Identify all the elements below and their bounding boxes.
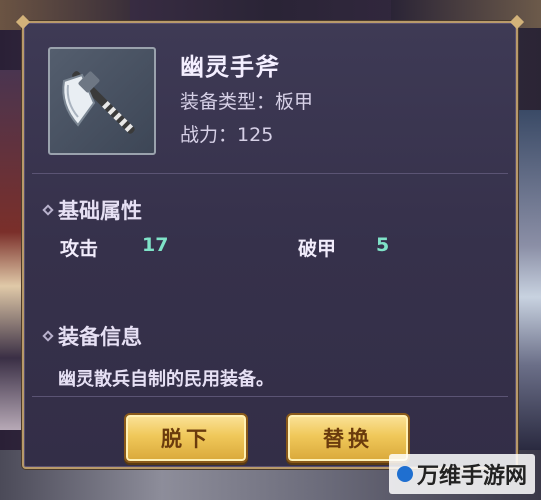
watermark: 万维手游网 [388, 454, 535, 494]
divider [32, 396, 508, 397]
watermark-logo-icon [396, 466, 413, 482]
watermark-text: 万维手游网 [416, 464, 527, 489]
item-description: 幽灵散兵自制的民用装备。 [58, 369, 274, 390]
item-power-label: 战力： [180, 124, 238, 146]
section-title: 基础属性 [58, 199, 142, 223]
item-power: 战力：125 [180, 120, 273, 147]
equipment-info-heading: 装备信息 [42, 321, 142, 351]
divider [32, 173, 508, 174]
stat-value-attack: 17 [142, 234, 169, 256]
stat-label-attack: 攻击 [60, 238, 99, 260]
item-type-label: 装备类型： [180, 91, 276, 113]
item-power-value: 125 [237, 124, 274, 146]
item-type: 装备类型：板甲 [180, 87, 313, 114]
stat-label-armor-break: 破甲 [298, 238, 337, 260]
item-detail-panel: 幽灵手斧 装备类型：板甲 战力：125 基础属性 攻击 17 破甲 5 装备信息… [15, 14, 525, 469]
diamond-bullet-icon [42, 204, 54, 216]
axe-icon [62, 71, 135, 134]
unequip-button[interactable]: 脱下 [124, 413, 248, 463]
item-icon-frame [48, 47, 156, 155]
basic-attributes-heading: 基础属性 [42, 195, 142, 225]
diamond-bullet-icon [42, 330, 54, 342]
item-name: 幽灵手斧 [180, 53, 280, 81]
item-type-value: 板甲 [275, 91, 314, 113]
stat-value-armor-break: 5 [376, 234, 390, 256]
section-title: 装备信息 [58, 325, 142, 349]
